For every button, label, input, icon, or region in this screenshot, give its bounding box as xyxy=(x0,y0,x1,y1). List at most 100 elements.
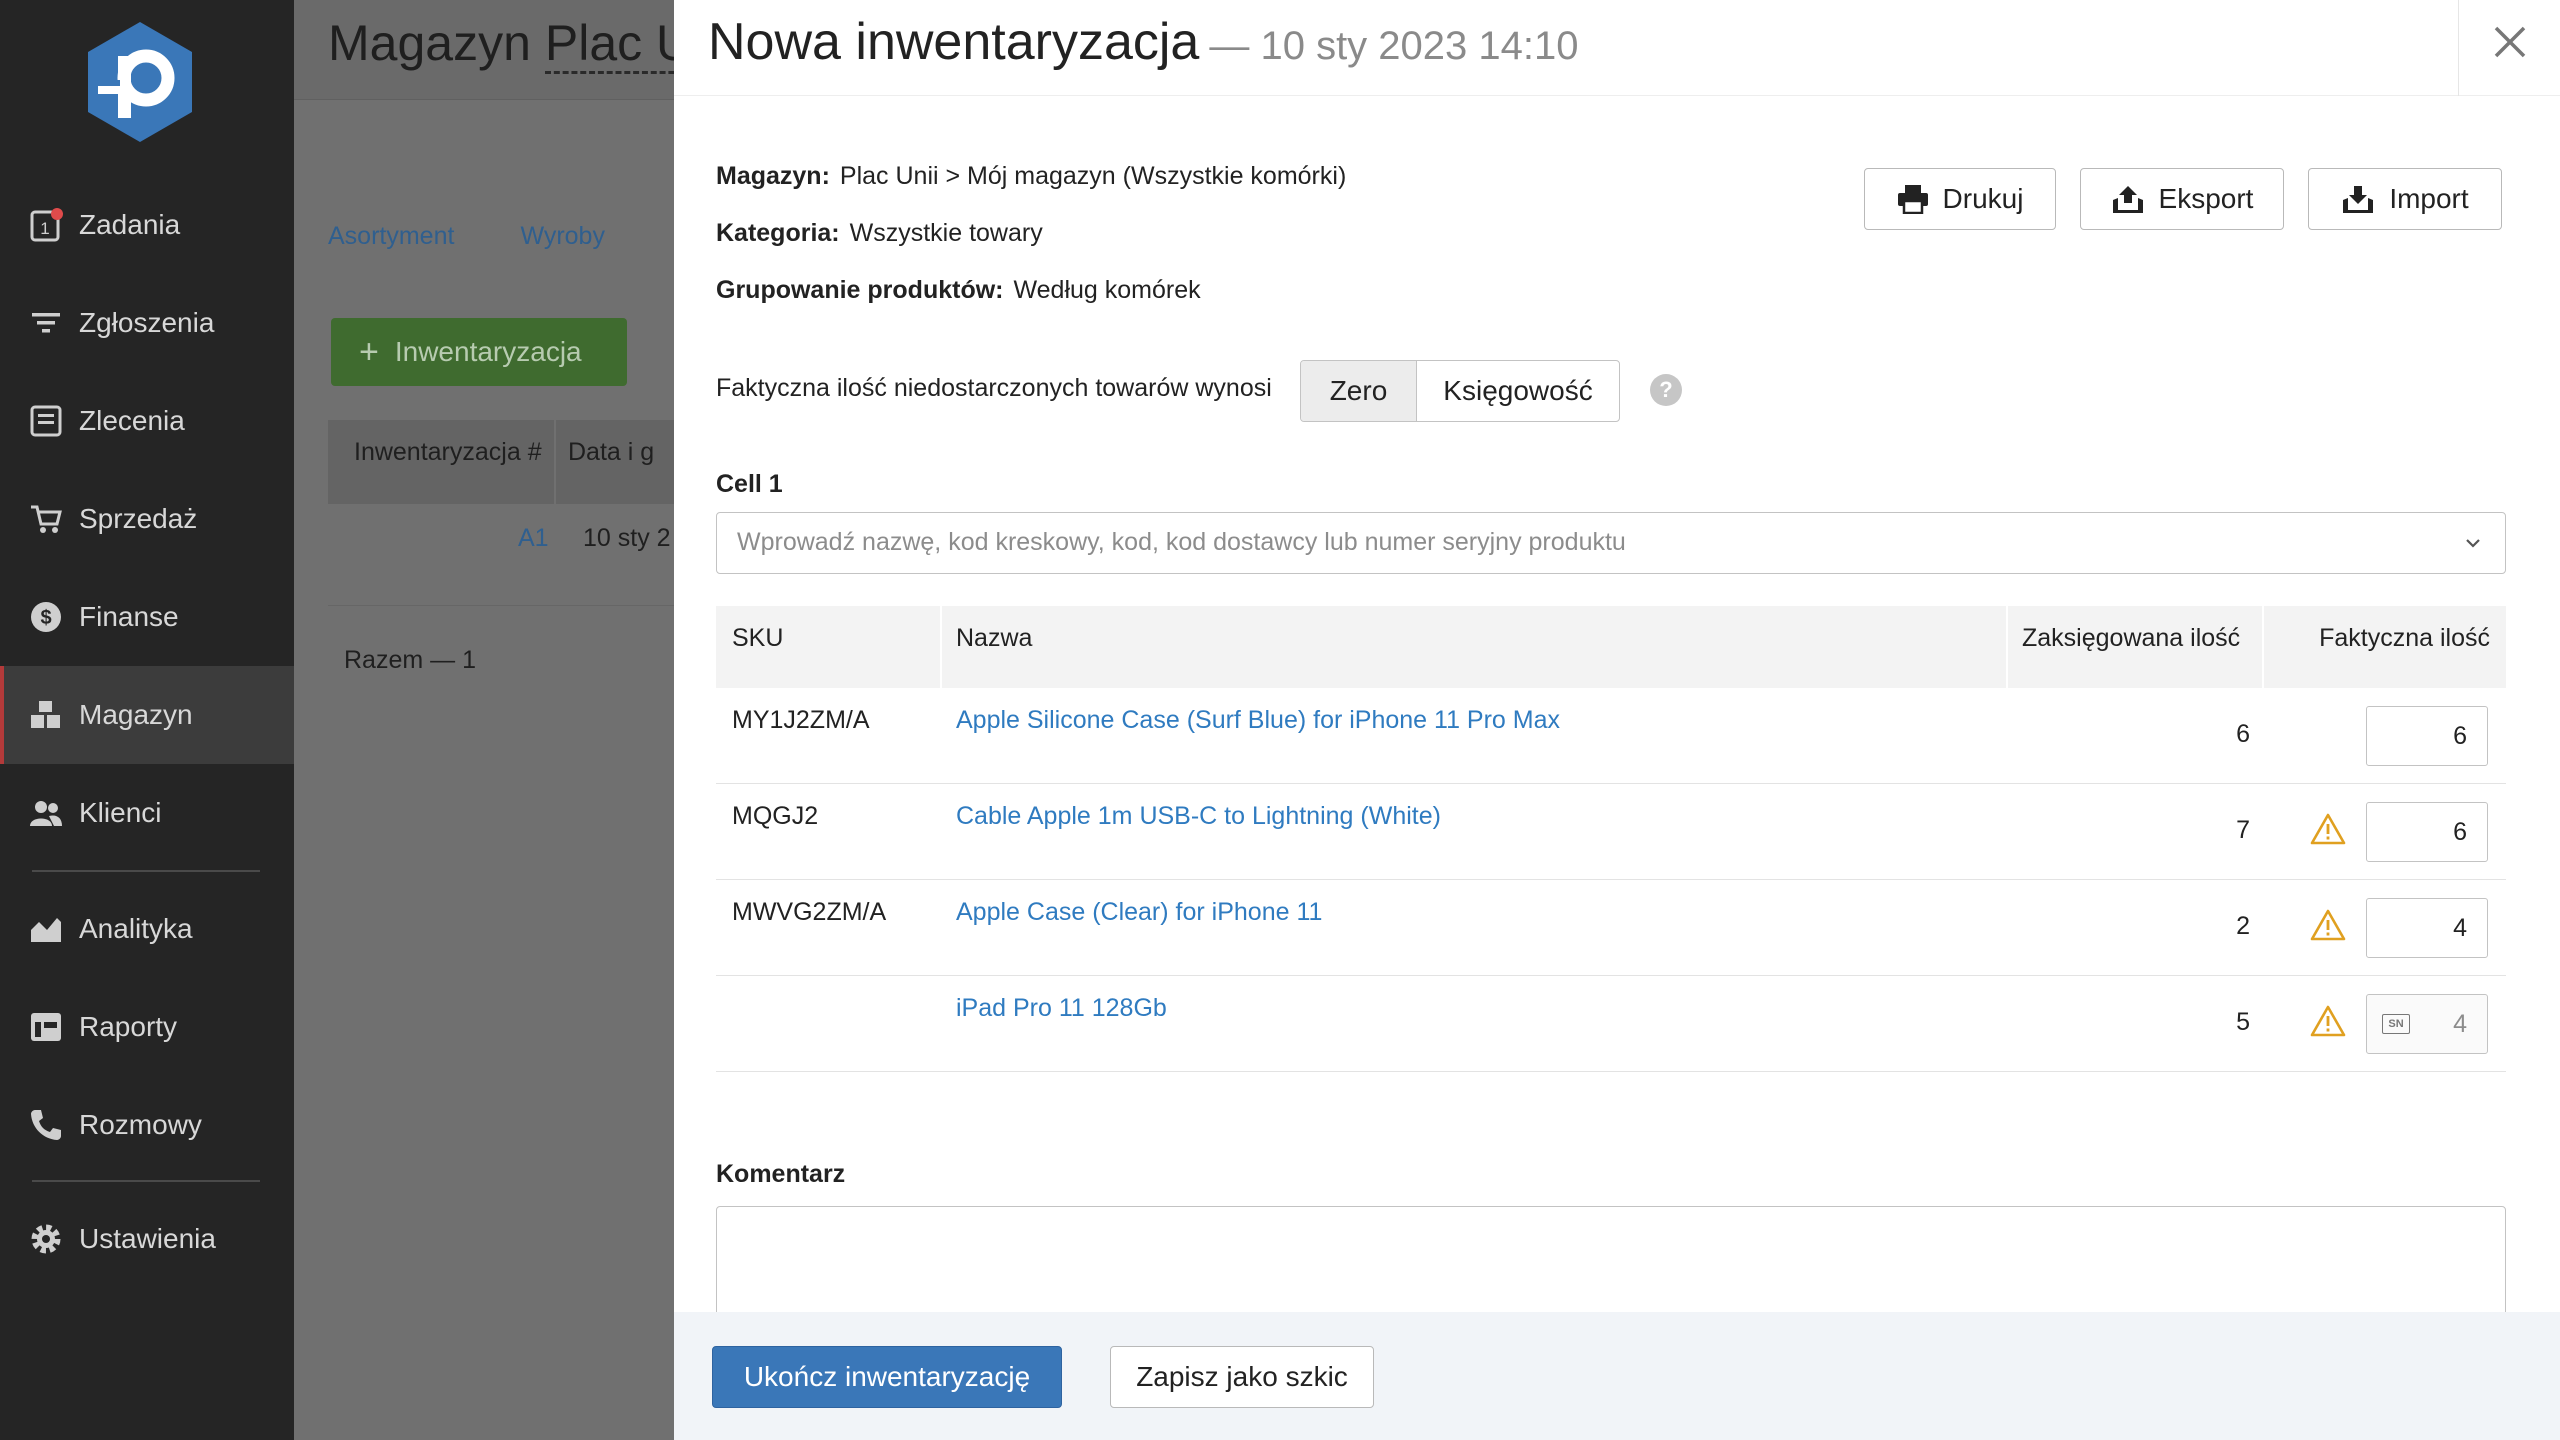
sidebar-item-label: Raporty xyxy=(79,1011,178,1042)
meta-warehouse: Magazyn: Plac Unii > Mój magazyn (Wszystk… xyxy=(716,162,1347,190)
inventory-table: SKU Nazwa Zaksięgowana ilość Faktyczna i… xyxy=(716,606,2506,1072)
col-sku: SKU xyxy=(732,624,784,652)
sidebar-divider xyxy=(32,1180,260,1182)
table-row: MY1J2ZM/A Apple Silicone Case (Surf Blue… xyxy=(716,688,2506,784)
header-divider xyxy=(2458,0,2459,96)
sidebar-item-label: Rozmowy xyxy=(79,1109,202,1140)
background-total: Razem — 1 xyxy=(344,646,476,674)
product-search-input[interactable] xyxy=(717,513,2417,571)
meta-category: Kategoria: Wszystkie towary xyxy=(716,219,1043,247)
download-icon xyxy=(2343,186,2374,213)
segment-zero[interactable]: Zero xyxy=(1301,361,1417,421)
actual-qty-input[interactable] xyxy=(2366,802,2488,862)
phone-icon xyxy=(28,1107,64,1143)
tab-wyroby[interactable]: Wyroby xyxy=(520,222,605,250)
print-button[interactable]: Drukuj xyxy=(1864,168,2056,230)
booked-qty: 5 xyxy=(2236,1008,2250,1036)
warning-icon xyxy=(2310,813,2346,845)
sidebar-item-label: Ustawienia xyxy=(79,1223,216,1254)
tasks-icon: 1 xyxy=(28,207,64,243)
serial-number-icon[interactable]: SN xyxy=(2382,1014,2410,1034)
chart-icon xyxy=(28,911,64,947)
upload-icon xyxy=(2112,186,2143,213)
import-button[interactable]: Import xyxy=(2308,168,2502,230)
export-button[interactable]: Eksport xyxy=(2080,168,2284,230)
row-sku: MY1J2ZM/A xyxy=(732,706,870,734)
close-icon[interactable] xyxy=(2486,18,2534,66)
sidebar-item-rozmowy[interactable]: Rozmowy xyxy=(0,1076,294,1174)
svg-text:1: 1 xyxy=(40,219,49,238)
sidebar-item-label: Zgłoszenia xyxy=(79,307,215,338)
sidebar-item-analityka[interactable]: Analityka xyxy=(0,880,294,978)
sidebar-item-klienci[interactable]: Klienci xyxy=(0,764,294,862)
reports-icon xyxy=(28,1009,64,1045)
sidebar-item-label: Finanse xyxy=(79,601,179,632)
save-draft-button[interactable]: Zapisz jako szkic xyxy=(1110,1346,1374,1408)
sidebar-item-label: Sprzedaż xyxy=(79,503,198,534)
warehouse-selector[interactable]: Plac U xyxy=(544,15,693,74)
background-title: Magazyn Plac U xyxy=(328,14,693,74)
product-link[interactable]: Apple Silicone Case (Surf Blue) for iPho… xyxy=(956,706,1560,735)
table-row: MQGJ2 Cable Apple 1m USB-C to Lightning … xyxy=(716,784,2506,880)
background-tabs: Asortyment Wyroby xyxy=(328,222,671,251)
product-search xyxy=(716,512,2506,574)
sidebar-item-ustawienia[interactable]: Ustawienia xyxy=(0,1190,294,1288)
clients-icon xyxy=(28,795,64,831)
row-sku: MWVG2ZM/A xyxy=(732,898,887,926)
table-row: MWVG2ZM/A Apple Case (Clear) for iPhone … xyxy=(716,880,2506,976)
actual-qty-input[interactable] xyxy=(2366,706,2488,766)
tab-asortyment[interactable]: Asortyment xyxy=(328,222,454,250)
qty-mode-segmented: Zero Księgowość xyxy=(1300,360,1620,422)
segment-ksiegowosc[interactable]: Księgowość xyxy=(1417,361,1619,421)
table-row: iPad Pro 11 128Gb 5 SN xyxy=(716,976,2506,1072)
booked-qty: 6 xyxy=(2236,720,2250,748)
help-icon[interactable]: ? xyxy=(1650,374,1682,406)
sidebar-item-finanse[interactable]: $ Finanse xyxy=(0,568,294,666)
product-link[interactable]: Cable Apple 1m USB-C to Lightning (White… xyxy=(956,802,1441,831)
background-table-row[interactable]: A1 10 sty 2 xyxy=(328,504,674,606)
sidebar-item-zgloszenia[interactable]: Zgłoszenia xyxy=(0,274,294,372)
inventory-panel: Nowa inwentaryzacja — 10 sty 2023 14:10 M… xyxy=(674,0,2560,1440)
orders-icon xyxy=(28,403,64,439)
sidebar-item-sprzedaz[interactable]: Sprzedaż xyxy=(0,470,294,568)
panel-header: Nowa inwentaryzacja — 10 sty 2023 14:10 xyxy=(674,0,2560,96)
sidebar-item-label: Magazyn xyxy=(79,699,193,730)
sidebar-item-zadania[interactable]: 1 Zadania xyxy=(0,176,294,274)
sidebar-item-magazyn[interactable]: Magazyn xyxy=(0,666,294,764)
background-page: Magazyn Plac U Asortyment Wyroby + Inwenta… xyxy=(294,0,693,1440)
panel-date: — 10 sty 2023 14:10 xyxy=(1209,24,1579,68)
meta-grouping: Grupowanie produktów: Według komórek xyxy=(716,276,1201,304)
printer-icon xyxy=(1897,185,1928,214)
col-name: Nazwa xyxy=(956,624,1033,652)
page-title: Nowa inwentaryzacja — 10 sty 2023 14:10 xyxy=(708,13,1579,71)
background-table-header: Inwentaryzacja # Data i g xyxy=(328,420,674,504)
actual-qty-input[interactable] xyxy=(2366,898,2488,958)
booked-qty: 7 xyxy=(2236,816,2250,844)
sidebar-item-label: Analityka xyxy=(79,913,193,944)
qty-setting-label: Faktyczna ilość niedostarczonych towarów… xyxy=(716,374,1272,402)
filter-icon xyxy=(28,305,64,341)
product-link[interactable]: iPad Pro 11 128Gb xyxy=(956,994,1167,1023)
plus-icon: + xyxy=(359,332,379,371)
comment-textarea[interactable] xyxy=(716,1206,2506,1326)
table-header: SKU Nazwa Zaksięgowana ilość Faktyczna i… xyxy=(716,606,2506,688)
sidebar-item-raporty[interactable]: Raporty xyxy=(0,978,294,1076)
sidebar-item-zlecenia[interactable]: Zlecenia xyxy=(0,372,294,470)
finish-inventory-button[interactable]: Ukończ inwentaryzację xyxy=(712,1346,1062,1408)
col-actual: Faktyczna ilość xyxy=(2319,624,2490,652)
p-logo-icon[interactable] xyxy=(84,20,196,144)
sidebar-item-label: Zlecenia xyxy=(79,405,185,436)
product-link[interactable]: Apple Case (Clear) for iPhone 11 xyxy=(956,898,1322,927)
sidebar-item-label: Klienci xyxy=(79,797,162,828)
sidebar-divider xyxy=(32,870,260,872)
svg-text:$: $ xyxy=(40,607,51,629)
chevron-down-icon[interactable] xyxy=(2463,533,2483,553)
warning-icon xyxy=(2310,909,2346,941)
dollar-icon: $ xyxy=(28,599,64,635)
add-inventory-button[interactable]: + Inwentaryzacja xyxy=(331,318,627,386)
warehouse-icon xyxy=(28,697,64,733)
sidebar-item-label: Zadania xyxy=(79,209,181,240)
row-sku: MQGJ2 xyxy=(732,802,819,830)
cell-label: Cell 1 xyxy=(716,470,783,498)
warning-icon xyxy=(2310,1005,2346,1037)
